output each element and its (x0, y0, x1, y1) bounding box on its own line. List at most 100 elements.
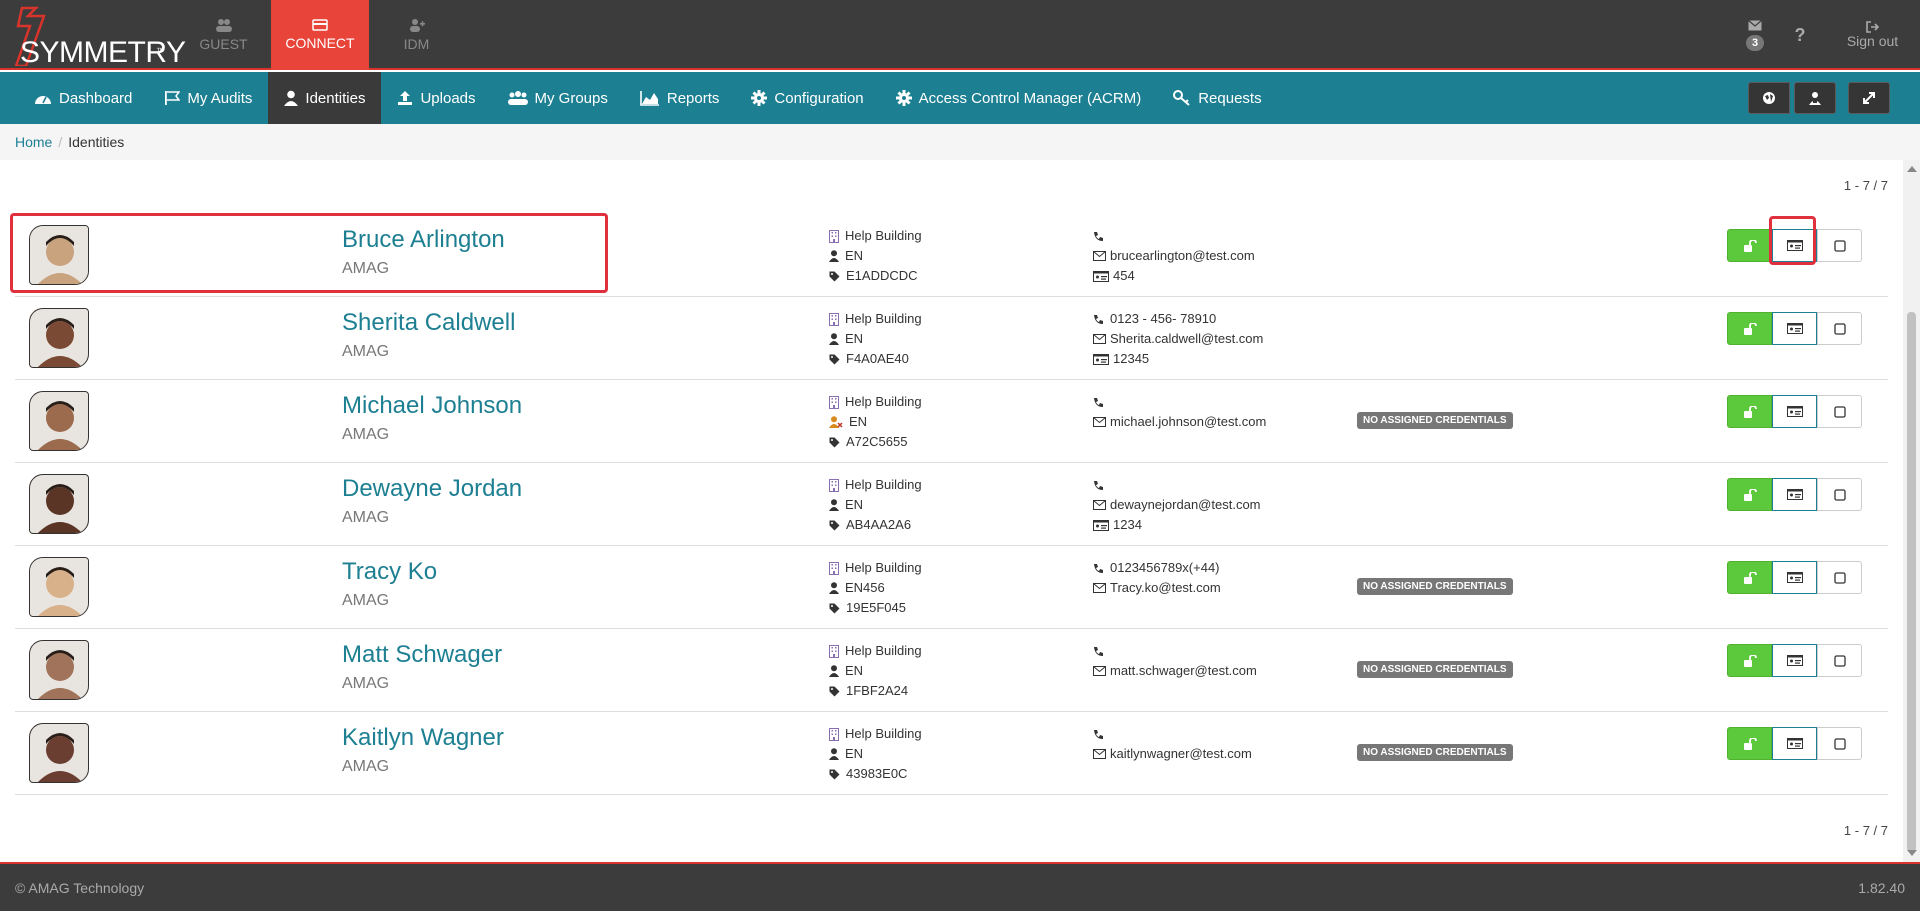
page-scrollbar[interactable] (1903, 160, 1920, 862)
id-card-icon (1786, 489, 1803, 500)
symmetry-logo[interactable]: SYMMETRY ™ (8, 6, 186, 69)
identity-actions (1727, 727, 1862, 760)
identity-row: Tracy Ko AMAG Help Building EN456 19E5F045 01… (15, 546, 1888, 629)
nav-identities[interactable]: Identities (268, 72, 382, 124)
unlock-button[interactable] (1727, 229, 1772, 262)
identity-name-link[interactable]: Dewayne Jordan (342, 475, 522, 503)
lock-user-button[interactable] (1794, 82, 1836, 114)
identity-organization: AMAG (342, 592, 390, 609)
top-bar: SYMMETRY ™ GUEST CONNECT IDM 3 ? Sign ou… (0, 0, 1920, 70)
topnav-idm[interactable]: IDM (369, 0, 464, 70)
person-photo-icon (30, 309, 88, 367)
credential-card-button[interactable] (1772, 727, 1817, 760)
user-icon (284, 90, 299, 106)
credential-card-button[interactable] (1772, 312, 1817, 345)
identity-actions (1727, 644, 1862, 677)
language-text: EN (845, 746, 864, 761)
gear-icon (751, 90, 768, 106)
identity-name-link[interactable]: Kaitlyn Wagner (342, 724, 504, 752)
identity-name-link[interactable]: Sherita Caldwell (342, 309, 515, 337)
chart-icon (640, 91, 659, 106)
select-checkbox[interactable] (1817, 478, 1862, 511)
building-line: Help Building (829, 641, 922, 661)
unlock-icon (1743, 654, 1757, 667)
nav-uploads[interactable]: Uploads (381, 72, 491, 124)
email-line: dewaynejordan@test.com (1093, 495, 1261, 515)
identity-name-link[interactable]: Bruce Arlington (342, 226, 505, 254)
nav-my-audits[interactable]: My Audits (148, 72, 268, 124)
nav-dashboard[interactable]: Dashboard (18, 72, 148, 124)
checkbox-icon (1833, 737, 1846, 750)
topnav-connect[interactable]: CONNECT (271, 0, 369, 70)
unlock-button[interactable] (1727, 395, 1772, 428)
building-line: Help Building (829, 724, 922, 744)
language-text: EN (845, 497, 864, 512)
building-line: Help Building (829, 226, 922, 246)
identity-name-link[interactable]: Tracy Ko (342, 558, 437, 586)
avatar[interactable] (29, 391, 89, 451)
scrollbar-thumb[interactable] (1907, 312, 1916, 852)
nav-requests[interactable]: Requests (1157, 72, 1277, 124)
help-button[interactable]: ? (1775, 0, 1825, 70)
select-checkbox[interactable] (1817, 312, 1862, 345)
unlock-button[interactable] (1727, 478, 1772, 511)
avatar[interactable] (29, 225, 89, 285)
sign-out-button[interactable]: Sign out (1825, 0, 1920, 70)
identity-organization: AMAG (342, 260, 390, 277)
sign-out-label: Sign out (1846, 33, 1899, 49)
building-icon (829, 561, 839, 575)
select-checkbox[interactable] (1817, 561, 1862, 594)
unlock-button[interactable] (1727, 561, 1772, 594)
id-card-icon (1786, 240, 1803, 251)
select-checkbox[interactable] (1817, 644, 1862, 677)
nav-my-groups[interactable]: My Groups (492, 72, 624, 124)
building-icon (829, 644, 839, 658)
scroll-up-arrow[interactable] (1907, 166, 1917, 172)
phone-icon (1094, 397, 1103, 407)
avatar[interactable] (29, 557, 89, 617)
topnav-guest[interactable]: GUEST (176, 0, 271, 70)
avatar[interactable] (29, 474, 89, 534)
credential-card-button[interactable] (1772, 395, 1817, 428)
unlock-button[interactable] (1727, 727, 1772, 760)
email-text: dewaynejordan@test.com (1110, 497, 1261, 512)
id-card-icon (1786, 738, 1803, 749)
expand-icon (1863, 92, 1875, 104)
identity-contact: brucearlington@test.com 454 (1093, 226, 1255, 286)
person-photo-icon (30, 226, 88, 284)
select-checkbox[interactable] (1817, 395, 1862, 428)
credential-card-button[interactable] (1772, 644, 1817, 677)
identity-organization: AMAG (342, 758, 390, 775)
tag-text: E1ADDCDC (846, 268, 918, 283)
id-card-icon (1786, 323, 1803, 334)
identity-actions (1727, 478, 1862, 511)
nav-access-control-manager[interactable]: Access Control Manager (ACRM) (880, 72, 1158, 124)
identity-name-link[interactable]: Michael Johnson (342, 392, 522, 420)
credential-card-button[interactable] (1772, 478, 1817, 511)
identity-contact: kaitlynwagner@test.com (1093, 724, 1252, 764)
credential-card-button[interactable] (1772, 561, 1817, 594)
fullscreen-button[interactable] (1848, 82, 1890, 114)
select-checkbox[interactable] (1817, 727, 1862, 760)
avatar[interactable] (29, 640, 89, 700)
language-line: EN456 (829, 578, 922, 598)
messages-button[interactable]: 3 (1735, 0, 1775, 70)
unlock-button[interactable] (1727, 312, 1772, 345)
checkbox-icon (1833, 654, 1846, 667)
identity-name-link[interactable]: Matt Schwager (342, 641, 502, 669)
globe-button[interactable] (1748, 82, 1790, 114)
breadcrumb-home-link[interactable]: Home (15, 134, 52, 150)
tag-icon (829, 354, 840, 364)
tag-line: F4A0AE40 (829, 349, 922, 369)
phone-icon (1094, 314, 1103, 324)
avatar[interactable] (29, 308, 89, 368)
credential-card-button[interactable] (1772, 229, 1817, 262)
nav-reports[interactable]: Reports (624, 72, 736, 124)
language-text: EN (845, 663, 864, 678)
phone-icon (1094, 231, 1103, 241)
select-checkbox[interactable] (1817, 229, 1862, 262)
nav-configuration[interactable]: Configuration (735, 72, 879, 124)
unlock-button[interactable] (1727, 644, 1772, 677)
avatar[interactable] (29, 723, 89, 783)
scroll-down-arrow[interactable] (1907, 850, 1917, 856)
